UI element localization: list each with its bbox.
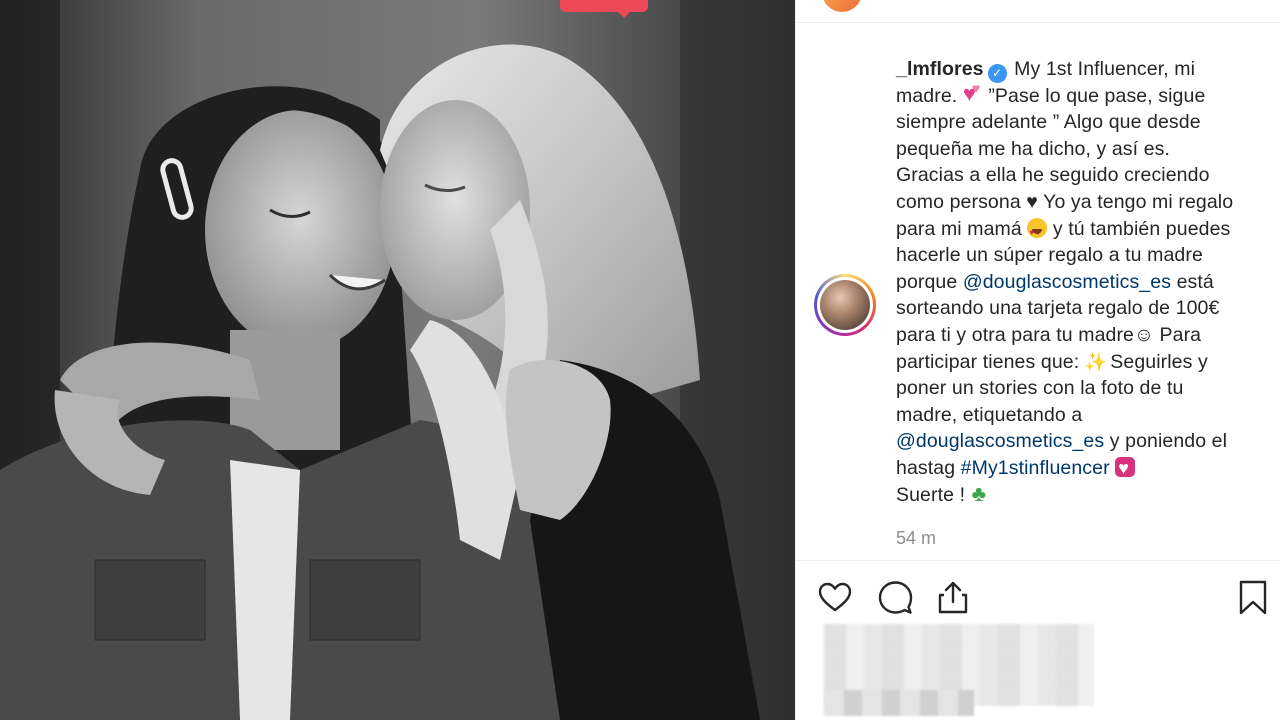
like-button[interactable] (816, 578, 854, 616)
comment-icon (878, 581, 913, 614)
avatar-image (820, 280, 870, 330)
mention-link[interactable]: @douglascosmetics_es (963, 271, 1171, 293)
header-divider (796, 22, 1280, 23)
notification-badge (560, 0, 648, 18)
post-side-panel: _lmflores ✓ My 1st Influencer, mi madre. … (796, 0, 1280, 720)
caption-line: como persona ♥ Yo ya tengo mi regalo (896, 190, 1234, 213)
caption-line: Suerte ! (896, 481, 1276, 509)
caption-line: pequeña me ha dicho, y así es. (896, 137, 1171, 160)
header-avatar[interactable] (822, 0, 862, 12)
caption-line: madre. ”Pase lo que pase, sigue (896, 75, 1276, 110)
caption-line: hastag #My1stinfluencer (896, 455, 1276, 482)
caption-line: _lmflores ✓ My 1st Influencer, mi (896, 56, 1276, 83)
caption-line: madre, etiquetando a (896, 403, 1083, 426)
hashtag-link[interactable]: #My1stinfluencer (961, 457, 1110, 479)
blurred-text (824, 690, 974, 716)
verified-badge-icon: ✓ (987, 64, 1007, 83)
comment-button[interactable] (876, 578, 914, 616)
bookmark-icon (1239, 580, 1267, 615)
save-button[interactable] (1234, 578, 1272, 616)
caption-line: porque @douglascosmetics_es está (896, 270, 1214, 293)
caption-line: para ti y otra para tu madre☺ Para (896, 323, 1202, 346)
post-photo[interactable] (0, 0, 795, 720)
sparkles-emoji-icon (1085, 349, 1108, 376)
four-leaf-clover-emoji-icon (971, 481, 991, 508)
share-icon (938, 581, 968, 614)
caption-line: Gracias a ella he seguido creciendo (896, 164, 1210, 187)
commenter-avatar[interactable] (814, 274, 876, 336)
sparkling-heart-emoji-icon (1115, 455, 1136, 482)
black-heart-emoji-icon: ♥ (1026, 190, 1038, 213)
post-caption: _lmflores ✓ My 1st Influencer, mi madre. … (896, 56, 1276, 508)
caption-line: poner un stories con la foto de tu (896, 377, 1184, 400)
post-timestamp[interactable]: 54 m (896, 528, 936, 549)
heart-eyes-emoji-icon (1027, 217, 1048, 246)
caption-line: siempre adelante ” Algo que desde (896, 111, 1201, 134)
caption-line: sorteando una tarjeta regalo de 100€ (896, 297, 1220, 320)
actions-divider (796, 560, 1280, 561)
caption-line: para mi mamá y tú también puedes (896, 216, 1276, 246)
caption-line: participar tienes que: Seguirles y (896, 349, 1276, 376)
photo-illustration (0, 0, 795, 720)
caption-line: hacerle un súper regalo a tu madre (896, 244, 1203, 267)
share-button[interactable] (934, 578, 972, 616)
mention-link[interactable]: @douglascosmetics_es (896, 430, 1104, 452)
heart-icon (818, 582, 852, 612)
two-hearts-emoji-icon (963, 75, 983, 108)
caption-line: @douglascosmetics_es y poniendo el (896, 430, 1228, 453)
username-link[interactable]: _lmflores (896, 58, 984, 80)
